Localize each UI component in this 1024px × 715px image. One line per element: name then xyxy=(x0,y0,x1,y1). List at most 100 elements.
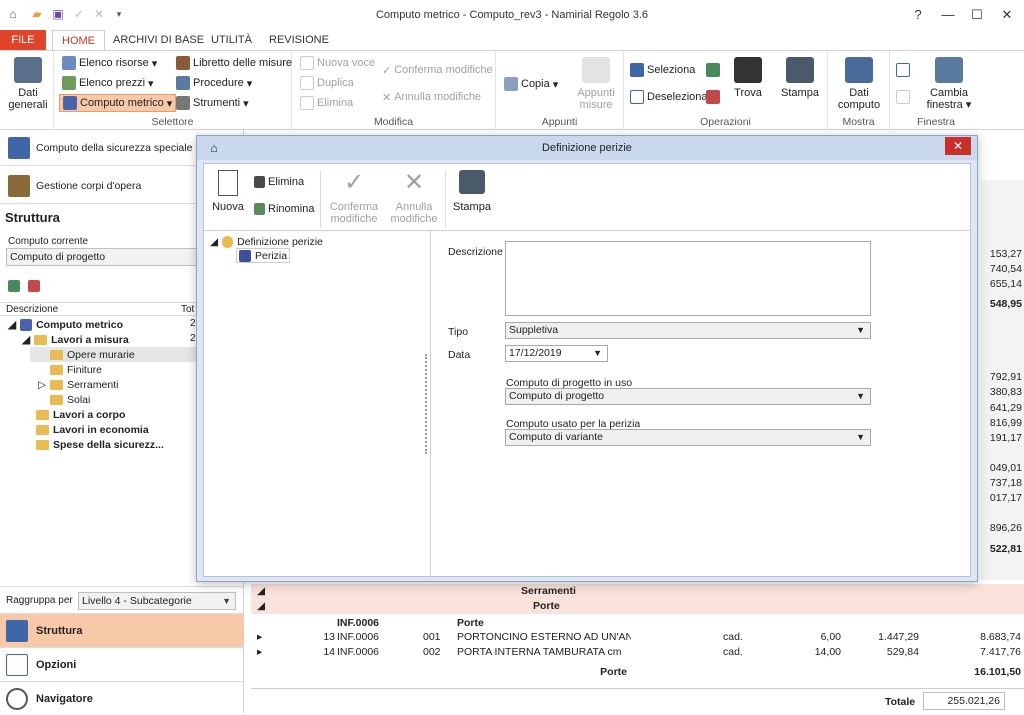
tree-item-finiture[interactable]: Finiture xyxy=(50,362,102,377)
selettore-group-label: Selettore xyxy=(151,116,194,128)
wrench-icon xyxy=(176,96,190,110)
computo-progetto-select[interactable]: Computo di progetto ▼ xyxy=(505,388,871,405)
tab-archivi-di-base[interactable]: ARCHIVI DI BASE xyxy=(104,30,213,50)
nuova-voce-button[interactable]: Nuova voce xyxy=(300,54,375,72)
annulla-modifiche-dialog-button[interactable]: ✕ Annulla modifiche xyxy=(386,170,442,226)
grid-value: 655,14 xyxy=(989,278,1022,290)
stampa-button[interactable]: Stampa xyxy=(778,57,822,99)
expand-row-icon[interactable]: ▸ xyxy=(257,631,262,643)
home-icon: ⌂ xyxy=(210,141,218,155)
database-icon xyxy=(222,235,234,248)
group-row-porte[interactable]: ◢ Porte xyxy=(251,599,1024,614)
dati-computo-button[interactable]: Dati computo xyxy=(834,57,884,111)
tree-item-definizione-perizie[interactable]: ◢ Definizione perizie xyxy=(210,234,323,249)
computo-metrico-button[interactable]: Computo metrico ▾ xyxy=(59,94,177,112)
dialog-body: Nuova Elimina Rinomina ✓ Conferma modifi… xyxy=(203,163,971,577)
annulla-modifiche-button[interactable]: ✕ Annulla modifiche xyxy=(382,88,481,106)
descrizione-textarea[interactable] xyxy=(505,241,871,316)
nav-opzioni[interactable]: Opzioni xyxy=(0,647,244,681)
nav-struttura[interactable]: Struttura xyxy=(0,613,244,647)
computo-variante-select[interactable]: Computo di variante ▼ xyxy=(505,429,871,446)
expand-tree-icon[interactable] xyxy=(706,63,720,77)
definizione-perizie-dialog: ⌂ Definizione perizie ✕ Nuova Elimina Ri… xyxy=(196,135,978,582)
elenco-risorse-button[interactable]: Elenco risorse ▾ xyxy=(62,54,157,72)
tree-item-perizia[interactable]: Perizia xyxy=(236,248,291,263)
cascade-windows-icon[interactable] xyxy=(896,63,910,77)
tree-item-lavori-a-misura[interactable]: ◢ Lavori a misura xyxy=(22,332,129,347)
grid-value: 017,17 xyxy=(989,492,1022,504)
trova-button[interactable]: Trova xyxy=(730,57,766,99)
grid-value: 816,99 xyxy=(989,417,1022,429)
collapse-tree-icon[interactable] xyxy=(706,90,720,104)
help-button[interactable]: ? xyxy=(903,5,933,25)
window-title: Computo metrico - Computo_rev3 - Namiria… xyxy=(375,9,649,21)
elimina-button[interactable]: Elimina xyxy=(300,94,353,112)
resources-icon xyxy=(62,56,76,70)
rename-icon xyxy=(254,203,265,215)
grid-value: 896,26 xyxy=(989,522,1022,534)
struttura-title: Struttura xyxy=(5,210,60,225)
close-button[interactable]: ✕ xyxy=(992,5,1022,25)
tab-revisione[interactable]: REVISIONE xyxy=(260,30,338,50)
conferma-modifiche-dialog-button[interactable]: ✓ Conferma modifiche xyxy=(326,170,382,226)
libretto-misure-button[interactable]: Libretto delle misure xyxy=(176,54,292,72)
strumenti-button[interactable]: Strumenti ▾ xyxy=(176,94,249,112)
rinomina-button[interactable]: Rinomina xyxy=(254,200,314,218)
nuova-button[interactable]: Nuova xyxy=(212,170,244,213)
raggruppa-label: Raggruppa per xyxy=(6,595,73,606)
duplica-button[interactable]: Duplica xyxy=(300,74,354,92)
seleziona-button[interactable]: Seleziona xyxy=(630,61,695,79)
dialog-close-button[interactable]: ✕ xyxy=(945,137,971,155)
tree-item-solai[interactable]: Solai xyxy=(50,392,90,407)
data-picker[interactable]: 17/12/2019 ▼ xyxy=(505,345,608,362)
deseleziona-button[interactable]: Deseleziona xyxy=(630,88,708,106)
title-bar: ⌂ ▰ ▣ ✓ ✕ ▾ Computo metrico - Computo_re… xyxy=(0,0,1024,30)
grid-value: 548,95 xyxy=(989,298,1022,310)
tab-utilita[interactable]: UTILITÀ xyxy=(202,30,261,50)
tree-value: 2 xyxy=(190,318,196,329)
expand-row-icon[interactable]: ▸ xyxy=(257,646,262,658)
stampa-dialog-button[interactable]: Stampa xyxy=(450,170,494,213)
tipo-select[interactable]: Suppletiva ▼ xyxy=(505,322,871,339)
tree-item-spese-sicurezza[interactable]: Spese della sicurezz... xyxy=(36,437,164,452)
minimize-button[interactable]: — xyxy=(933,5,963,25)
folder-icon xyxy=(50,394,63,405)
collapse-icon[interactable]: ◢ xyxy=(257,600,265,612)
folder-icon xyxy=(50,379,64,390)
dati-generali-button[interactable]: Dati generali xyxy=(8,57,48,111)
collapse-icon[interactable]: ◢ xyxy=(257,585,265,597)
ribbon-tabs: FILE HOME ARCHIVI DI BASE UTILITÀ REVISI… xyxy=(0,30,1024,50)
toolbar-divider xyxy=(204,230,970,231)
splitter xyxy=(430,231,431,577)
elimina-perizia-button[interactable]: Elimina xyxy=(254,173,304,191)
copia-button[interactable]: Copia ▾ xyxy=(504,75,558,93)
tree-item-serramenti[interactable]: ▷ Serramenti xyxy=(38,377,118,392)
maximize-button[interactable]: ☐ xyxy=(962,5,992,25)
splitter-handle[interactable] xyxy=(425,354,428,454)
table-row[interactable]: ▸ 13 INF.0006 001 PORTONCINO ESTERNO AD … xyxy=(251,630,1024,645)
toolbar-separator xyxy=(445,170,446,228)
tree-item-computo-metrico[interactable]: ◢ Computo metrico xyxy=(8,317,123,332)
tab-file[interactable]: FILE xyxy=(0,30,46,50)
tree-item-opere-murarie[interactable]: Opere murarie xyxy=(50,347,135,362)
appunti-misure-button[interactable]: Appunti misure xyxy=(570,57,622,111)
procedure-button[interactable]: Procedure ▾ xyxy=(176,74,252,92)
tab-home[interactable]: HOME xyxy=(52,30,105,50)
tree-item-lavori-a-corpo[interactable]: Lavori a corpo xyxy=(36,407,125,422)
table-row[interactable]: ▸ 14 INF.0006 002 PORTA INTERNA TAMBURAT… xyxy=(251,645,1024,660)
group-row-serramenti[interactable]: ◢ Serramenti xyxy=(251,584,1024,599)
raggruppa-select[interactable]: Livello 4 - Subcategorie ▼ xyxy=(78,592,236,610)
data-label: Data xyxy=(448,349,471,361)
conferma-modifiche-button[interactable]: ✓ Conferma modifiche xyxy=(382,61,493,79)
expand-all-icon[interactable] xyxy=(8,280,20,292)
collapse-all-icon[interactable] xyxy=(28,280,40,292)
nav-navigatore[interactable]: Navigatore xyxy=(0,681,244,715)
tree-item-lavori-in-economia[interactable]: Lavori in economia xyxy=(36,422,149,437)
elenco-prezzi-button[interactable]: Elenco prezzi ▾ xyxy=(62,74,154,92)
cambia-finestra-button[interactable]: Cambia finestra ▾ xyxy=(922,57,976,111)
gear-icon xyxy=(14,57,42,83)
tile-windows-icon[interactable] xyxy=(896,90,910,104)
ruler-icon xyxy=(63,96,77,110)
computo-corrente-label: Computo corrente xyxy=(8,236,89,247)
worker-icon xyxy=(8,136,30,159)
